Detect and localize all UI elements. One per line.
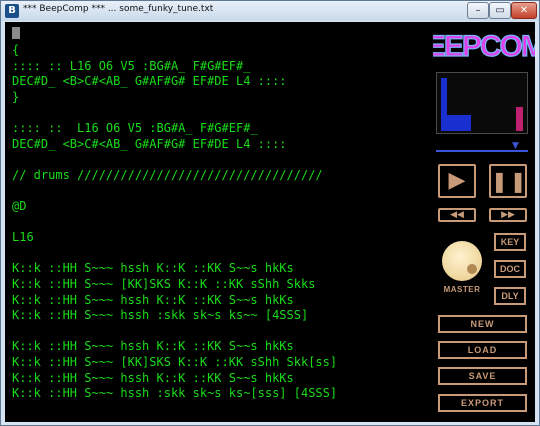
code-line[interactable]: K::k ::HH S~~~ hssh :skk sk~s ks~[sss] [… xyxy=(12,386,337,401)
code-line[interactable]: K::k ::HH S~~~ hssh K::K ::KK S~~s hkKs xyxy=(12,339,294,354)
rewind-button[interactable]: ◀◀ xyxy=(438,208,476,222)
pause-icon: ❚❚ xyxy=(491,169,529,193)
text-cursor xyxy=(12,27,20,39)
minimize-icon: – xyxy=(475,5,481,16)
code-line[interactable]: // drums ///////////////////////////////… xyxy=(12,168,323,183)
code-line[interactable]: K::k ::HH S~~~ hssh :skk sk~s ks~~ [4SSS… xyxy=(12,308,308,323)
maximize-button[interactable]: ▭ xyxy=(489,2,511,19)
control-panel: BEEPCOMP ▼ ▶ ❚❚ ◀◀ ▶▶ MASTER KEY DOC xyxy=(433,22,535,422)
code-line[interactable]: L16 xyxy=(12,230,34,245)
rewind-icon: ◀◀ xyxy=(450,210,464,220)
level-visualizer xyxy=(436,72,528,134)
app-client-area: {:::: :: L16 O6 V5 :BG#A_ F#G#EF#_ DEC#D_… xyxy=(5,22,535,422)
save-button[interactable]: SAVE xyxy=(438,367,527,385)
visualizer-bar xyxy=(516,107,523,131)
maximize-icon: ▭ xyxy=(495,5,505,16)
code-line[interactable]: :::: :: L16 O6 V5 :BG#A_ F#G#EF#_ xyxy=(12,121,258,136)
code-line[interactable]: K::k ::HH S~~~ hssh K::K ::KK S~~s hkKs xyxy=(12,293,294,308)
key-button[interactable]: KEY xyxy=(494,233,526,251)
export-button[interactable]: EXPORT xyxy=(438,394,527,412)
code-editor[interactable]: {:::: :: L16 O6 V5 :BG#A_ F#G#EF#_ DEC#D_… xyxy=(5,22,427,422)
title-bar[interactable]: B *** BeepComp *** ... some_funky_tune.t… xyxy=(1,1,539,21)
code-line[interactable]: @D xyxy=(12,199,26,214)
beepcomp-logo: BEEPCOMP xyxy=(433,29,535,63)
code-line[interactable]: DEC#D_ <B>C#<AB_ G#AF#G# EF#DE L4 :::: xyxy=(12,74,287,89)
app-icon[interactable]: B xyxy=(5,4,19,18)
fast-forward-icon: ▶▶ xyxy=(501,210,515,220)
play-icon: ▶ xyxy=(448,168,466,193)
pause-button[interactable]: ❚❚ xyxy=(489,164,527,198)
code-line[interactable]: K::k ::HH S~~~ [KK]SKS K::K ::KK sShh Sk… xyxy=(12,355,337,370)
code-line[interactable]: } xyxy=(12,90,19,105)
volume-slider-handle-icon[interactable]: ▼ xyxy=(512,141,519,151)
code-line[interactable]: { xyxy=(12,43,19,58)
knob-indicator xyxy=(467,264,477,274)
doc-button[interactable]: DOC xyxy=(494,260,526,278)
close-button[interactable]: ✕ xyxy=(511,2,537,19)
master-label: MASTER xyxy=(443,285,481,294)
visualizer-bar xyxy=(465,115,471,131)
app-window: B *** BeepComp *** ... some_funky_tune.t… xyxy=(0,0,540,426)
new-button[interactable]: NEW xyxy=(438,315,527,333)
fast-forward-button[interactable]: ▶▶ xyxy=(489,208,527,222)
minimize-button[interactable]: – xyxy=(467,2,489,19)
master-volume-knob[interactable] xyxy=(442,241,482,281)
dly-button[interactable]: DLY xyxy=(494,287,526,305)
window-title: *** BeepComp *** ... some_funky_tune.txt xyxy=(23,4,214,14)
code-line[interactable]: K::k ::HH S~~~ hssh K::K ::KK S~~s hkKs xyxy=(12,371,294,386)
load-button[interactable]: LOAD xyxy=(438,341,527,359)
logo-text: BEEPCOMP xyxy=(433,30,535,63)
play-button[interactable]: ▶ xyxy=(438,164,476,198)
code-line[interactable]: K::k ::HH S~~~ hssh K::K ::KK S~~s hkKs xyxy=(12,261,294,276)
code-line[interactable]: DEC#D_ <B>C#<AB_ G#AF#G# EF#DE L4 :::: xyxy=(12,137,287,152)
close-icon: ✕ xyxy=(519,5,529,16)
code-line[interactable]: K::k ::HH S~~~ [KK]SKS K::K ::KK sShh Sk… xyxy=(12,277,315,292)
code-line[interactable]: :::: :: L16 O6 V5 :BG#A_ F#G#EF#_ xyxy=(12,59,250,74)
